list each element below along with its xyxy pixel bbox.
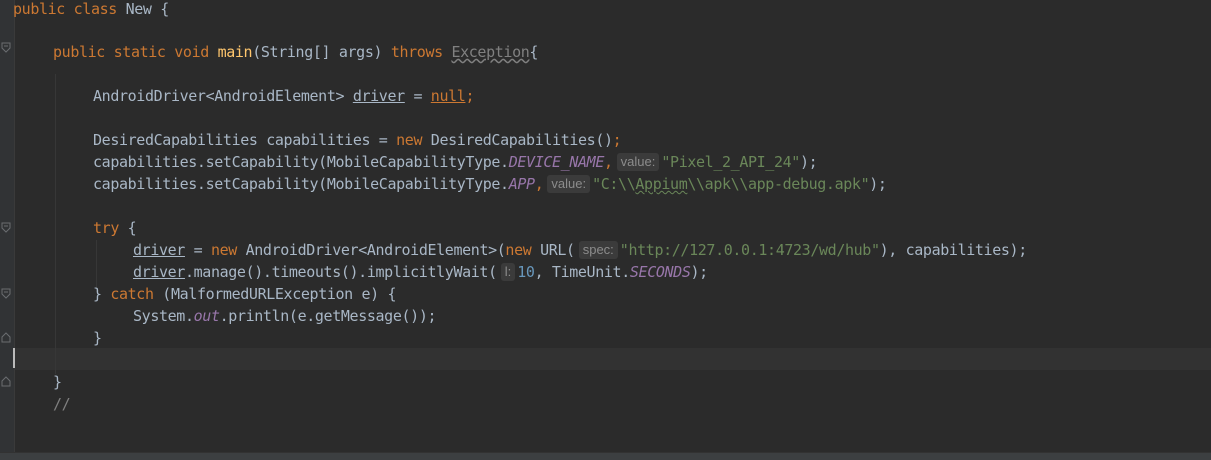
code-text: capabilities.setCapability(MobileCapabil… — [93, 175, 509, 193]
fold-minus-icon[interactable] — [1, 222, 11, 233]
variable: driver — [133, 241, 185, 259]
code-text: DesiredCapabilities capabilities = — [93, 131, 397, 149]
comma: , — [604, 153, 613, 171]
code-text: ); — [799, 153, 818, 171]
parameter-hint: l: — [500, 263, 516, 281]
constant: APP — [508, 175, 535, 193]
code-text: DesiredCapabilities() — [422, 131, 613, 149]
keyword: try — [93, 219, 119, 237]
code-text: URL( — [531, 241, 575, 259]
code-line[interactable]: DesiredCapabilities capabilities = new D… — [93, 129, 622, 151]
string-literal: "Pixel_2_API_24" — [661, 153, 800, 171]
variable: driver — [352, 87, 405, 105]
fold-minus-icon[interactable] — [1, 288, 11, 299]
keyword: public static void — [53, 43, 209, 61]
code-text: AndroidDriver<AndroidElement>( — [236, 241, 506, 259]
constant: DEVICE_NAME — [508, 153, 605, 171]
comma: , — [534, 175, 544, 193]
code-text: = — [184, 241, 211, 259]
code-text: { — [118, 219, 137, 237]
keyword: new — [396, 131, 423, 149]
code-text: ); — [690, 263, 709, 281]
code-line[interactable]: public static void main(String[] args) t… — [53, 41, 538, 63]
string-literal-typo: Appium — [635, 175, 688, 193]
code-text: ); — [869, 175, 887, 193]
parameter-hint: value: — [616, 153, 660, 171]
code-line[interactable]: // — [53, 393, 71, 415]
fold-end-icon[interactable] — [1, 376, 11, 387]
keyword: throws — [390, 43, 443, 61]
code-text: .manage().timeouts().implicitlyWait( — [184, 263, 497, 281]
exception-class: Exception — [451, 43, 530, 61]
current-line-highlight — [15, 348, 1211, 370]
string-literal: "C:\\ — [592, 175, 636, 193]
code-line[interactable]: } catch (MalformedURLException e) { — [93, 283, 397, 305]
code-text: } — [93, 285, 111, 303]
code-line[interactable]: driver = new AndroidDriver<AndroidElemen… — [133, 239, 1027, 261]
fold-minus-icon[interactable] — [1, 42, 11, 53]
code-text: .println(e.getMessage()); — [219, 307, 437, 325]
code-text: } — [93, 329, 102, 347]
code-line[interactable]: } — [93, 327, 102, 349]
code-line[interactable]: driver.manage().timeouts().implicitlyWai… — [133, 261, 708, 283]
keyword: null — [430, 87, 466, 105]
code-line[interactable]: AndroidDriver<AndroidElement> driver = n… — [93, 85, 474, 107]
semicolon: ; — [612, 131, 622, 149]
parameter-hint: spec: — [578, 241, 618, 259]
keyword: public class — [13, 0, 117, 18]
editor-bottom-bar — [0, 452, 1211, 460]
code-text: , TimeUnit. — [534, 263, 631, 281]
text-caret — [13, 348, 15, 368]
code-text: System. — [133, 307, 194, 325]
string-literal: \\apk\\app-debug.apk" — [687, 175, 870, 193]
code-line[interactable]: capabilities.setCapability(MobileCapabil… — [93, 173, 887, 195]
code-text: capabilities.setCapability(MobileCapabil… — [93, 153, 509, 171]
code-text: = — [404, 87, 431, 105]
keyword: new — [210, 241, 237, 259]
method-name: main — [217, 43, 253, 61]
comment: // — [53, 395, 71, 413]
code-line[interactable]: public class New { — [13, 0, 169, 20]
indent-guide — [55, 74, 56, 374]
code-text: New { — [116, 0, 170, 18]
fold-end-icon[interactable] — [1, 332, 11, 343]
code-text: ), capabilities); — [879, 241, 1028, 259]
code-line[interactable]: try { — [93, 217, 137, 239]
code-text: (String[] args) — [252, 43, 391, 61]
code-text: { — [529, 43, 539, 61]
code-text: (MalformedURLException e) { — [153, 285, 397, 303]
code-line[interactable]: } — [53, 371, 62, 393]
parameter-hint: value: — [547, 175, 591, 193]
constant: out — [193, 307, 220, 325]
keyword: new — [505, 241, 532, 259]
code-line[interactable]: capabilities.setCapability(MobileCapabil… — [93, 151, 818, 173]
code-line[interactable]: System.out.println(e.getMessage()); — [133, 305, 437, 327]
code-editor[interactable]: public class New { public static void ma… — [0, 0, 1211, 460]
code-text: AndroidDriver<AndroidElement> — [93, 87, 353, 105]
number-literal: 10 — [517, 263, 535, 281]
keyword: catch — [110, 285, 154, 303]
string-literal: "http://127.0.0.1:4723/wd/hub" — [619, 241, 880, 259]
code-text: } — [53, 373, 62, 391]
semicolon: ; — [465, 87, 475, 105]
variable: driver — [133, 263, 185, 281]
constant: SECONDS — [629, 263, 691, 281]
